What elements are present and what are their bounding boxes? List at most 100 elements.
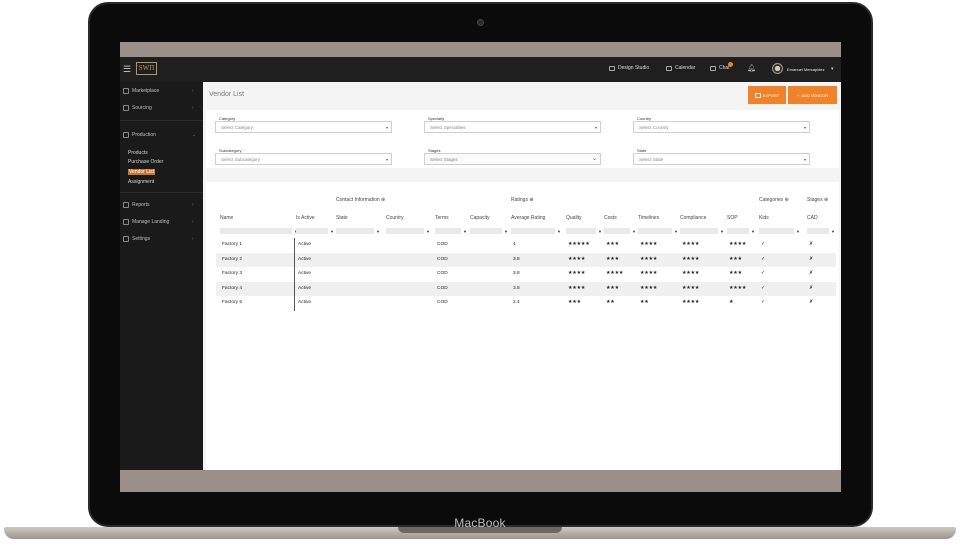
column-header-costs[interactable]: Costs bbox=[604, 215, 617, 221]
group-header-stages[interactable]: Stages ⊕ bbox=[807, 197, 828, 203]
column-filter-capacity[interactable] bbox=[470, 228, 502, 234]
filter-caret-icon[interactable]: ▼ bbox=[330, 229, 334, 234]
filter-caret-icon[interactable]: ▼ bbox=[426, 229, 430, 234]
column-filter-country[interactable] bbox=[386, 228, 424, 234]
column-header-quality[interactable]: Quality bbox=[566, 215, 582, 221]
chevron-down-icon: ⌄ bbox=[192, 132, 197, 138]
category-select[interactable]: Select Category ▾ bbox=[215, 121, 392, 133]
cell-compliance: ★★★★ bbox=[682, 300, 700, 305]
table-row[interactable]: Factory 5 Active COD 2.4 ★★★ ★★ ★★ ★★★★ ★ ✓ ✗ bbox=[216, 296, 836, 311]
filter-caret-icon[interactable]: ▼ bbox=[463, 229, 467, 234]
filter-caret-icon[interactable]: ▼ bbox=[632, 229, 636, 234]
export-button[interactable]: EXPORT bbox=[748, 86, 786, 104]
sidebar-subitem-purchase-order[interactable]: Purchase Order bbox=[128, 159, 163, 165]
chevron-right-icon: › bbox=[192, 105, 194, 111]
stages-select[interactable]: Select Stages ⌄ bbox=[424, 153, 601, 165]
sidebar-item-settings[interactable]: Settings bbox=[123, 236, 150, 242]
column-header-timelines[interactable]: Timelines bbox=[638, 215, 659, 221]
column-filter-average-rating[interactable] bbox=[511, 228, 555, 234]
filter-caret-icon[interactable]: ▼ bbox=[751, 229, 755, 234]
column-header-state[interactable]: State bbox=[336, 215, 348, 221]
add-vendor-button[interactable]: + ADD VENDOR bbox=[788, 86, 837, 104]
filter-caret-icon[interactable]: ▼ bbox=[376, 229, 380, 234]
user-name[interactable]: Emanuel Mercapidez bbox=[787, 67, 825, 72]
country-select[interactable]: Select Country ▾ bbox=[633, 121, 810, 133]
column-header-is-active[interactable]: Is Active bbox=[296, 215, 315, 221]
sidebar-item-marketplace[interactable]: Marketplace bbox=[123, 88, 159, 94]
column-filter-quality[interactable] bbox=[566, 228, 596, 234]
chat-badge bbox=[728, 62, 733, 67]
column-header-cad[interactable]: CAD bbox=[807, 215, 818, 221]
filter-caret-icon[interactable]: ▼ bbox=[831, 229, 835, 234]
table-row[interactable]: Factory 1 Active COD 4 ★★★★★ ★★★ ★★★★ ★★★★ ★★★★ ✓… bbox=[216, 238, 836, 253]
manage-landing-icon bbox=[123, 219, 129, 225]
column-filter-is-active[interactable] bbox=[296, 228, 328, 234]
column-filter-terms[interactable] bbox=[435, 228, 461, 234]
group-header-categories[interactable]: Categories ⊕ bbox=[759, 197, 789, 203]
state-select[interactable]: Select State ▾ bbox=[633, 153, 810, 165]
cell-timelines: ★★★★ bbox=[640, 242, 658, 247]
cell-kids: ✓ bbox=[761, 285, 766, 291]
cell-costs: ★★★ bbox=[606, 256, 619, 262]
filter-caret-icon[interactable]: ▼ bbox=[796, 229, 800, 234]
calendar-link[interactable]: Calendar bbox=[666, 65, 695, 71]
column-header-capacity[interactable]: Capacity bbox=[470, 215, 489, 221]
sidebar-subitem-products[interactable]: Products bbox=[128, 150, 148, 156]
filter-caret-icon[interactable]: ▼ bbox=[504, 229, 508, 234]
design-studio-link[interactable]: Design Studio bbox=[609, 65, 649, 71]
stages-placeholder: Select Stages bbox=[430, 157, 458, 162]
sidebar-item-label: Reports bbox=[132, 202, 150, 208]
menu-icon[interactable]: ☰ bbox=[123, 64, 131, 74]
divider bbox=[120, 192, 203, 193]
cell-compliance: ★★★★ bbox=[682, 242, 700, 247]
chevron-down-icon[interactable]: ▾ bbox=[831, 66, 834, 72]
sidebar-item-reports[interactable]: Reports bbox=[123, 202, 150, 208]
column-filter-kids[interactable] bbox=[759, 228, 794, 234]
column-filter-costs[interactable] bbox=[604, 228, 630, 234]
column-filter-cad[interactable] bbox=[807, 228, 829, 234]
group-header-ratings[interactable]: Ratings ⊕ bbox=[511, 197, 534, 203]
sidebar-item-label: Sourcing bbox=[132, 105, 152, 111]
chat-link[interactable]: Chat bbox=[710, 65, 730, 71]
column-header-compliance[interactable]: Compliance bbox=[680, 215, 706, 221]
filter-caret-icon[interactable]: ▼ bbox=[598, 229, 602, 234]
column-filter-timelines[interactable] bbox=[638, 228, 672, 234]
table-row[interactable]: Factory 2 Active COD 3.8 ★★★★ ★★★ ★★★★ ★★★★ ★★★ ✓… bbox=[216, 252, 836, 267]
column-header-kids[interactable]: Kids bbox=[759, 215, 769, 221]
chevron-down-icon: ▾ bbox=[385, 157, 388, 162]
chevron-down-icon: ▾ bbox=[594, 125, 597, 130]
column-header-terms[interactable]: Terms bbox=[435, 215, 449, 221]
column-filter-sop[interactable] bbox=[727, 228, 749, 234]
group-header-contact[interactable]: Contact Information ⊕ bbox=[336, 197, 385, 203]
column-header-average-rating[interactable]: Average Rating bbox=[511, 215, 545, 221]
column-filter-name[interactable] bbox=[220, 228, 292, 234]
subcategory-select[interactable]: Select Subcategory ▾ bbox=[215, 153, 392, 165]
main-content: Vendor List EXPORT + ADD VENDOR Category… bbox=[203, 82, 841, 470]
sidebar-item-manage-landing[interactable]: Manage Landing bbox=[123, 219, 169, 225]
table-row[interactable]: Factory 3 Active COD 3.8 ★★★★ ★★★★ ★★★★ ★★★★ ★★★… bbox=[216, 267, 836, 282]
column-header-sop[interactable]: SOP bbox=[727, 215, 738, 221]
column-filter-state[interactable] bbox=[336, 228, 374, 234]
top-bar: ☰ SWΠ Design Studio Calendar Chat 🔔︎ Ema… bbox=[120, 57, 841, 82]
sidebar-subitem-vendor-list[interactable]: Vendor List bbox=[128, 169, 156, 175]
column-header-country[interactable]: Country bbox=[386, 215, 404, 221]
specialty-select[interactable]: Select Specialties ▾ bbox=[424, 121, 601, 133]
bell-icon[interactable]: 🔔︎ bbox=[747, 64, 756, 72]
export-label: EXPORT bbox=[762, 92, 780, 98]
sidebar-subitem-assignment[interactable]: Assignment bbox=[128, 179, 154, 185]
filter-caret-icon[interactable]: ▼ bbox=[720, 229, 724, 234]
table-row[interactable]: Factory 4 Active COD 3.8 ★★★★ ★★★ ★★★★ ★★★★ ★★★★… bbox=[216, 281, 836, 296]
cell-kids: ✓ bbox=[761, 242, 766, 247]
cell-active: Active bbox=[298, 242, 312, 247]
cell-timelines: ★★ bbox=[640, 300, 649, 305]
sidebar-item-production[interactable]: Production bbox=[123, 132, 156, 138]
filter-caret-icon[interactable]: ▼ bbox=[557, 229, 561, 234]
filter-caret-icon[interactable]: ▼ bbox=[674, 229, 678, 234]
cell-compliance: ★★★★ bbox=[682, 271, 700, 276]
device-brand: MacBook bbox=[454, 516, 506, 530]
avatar[interactable] bbox=[772, 63, 783, 74]
brand-logo[interactable]: SWΠ bbox=[136, 62, 157, 75]
column-header-name[interactable]: Name bbox=[220, 215, 233, 221]
column-filter-compliance[interactable] bbox=[680, 228, 718, 234]
sidebar-item-sourcing[interactable]: Sourcing bbox=[123, 105, 152, 111]
